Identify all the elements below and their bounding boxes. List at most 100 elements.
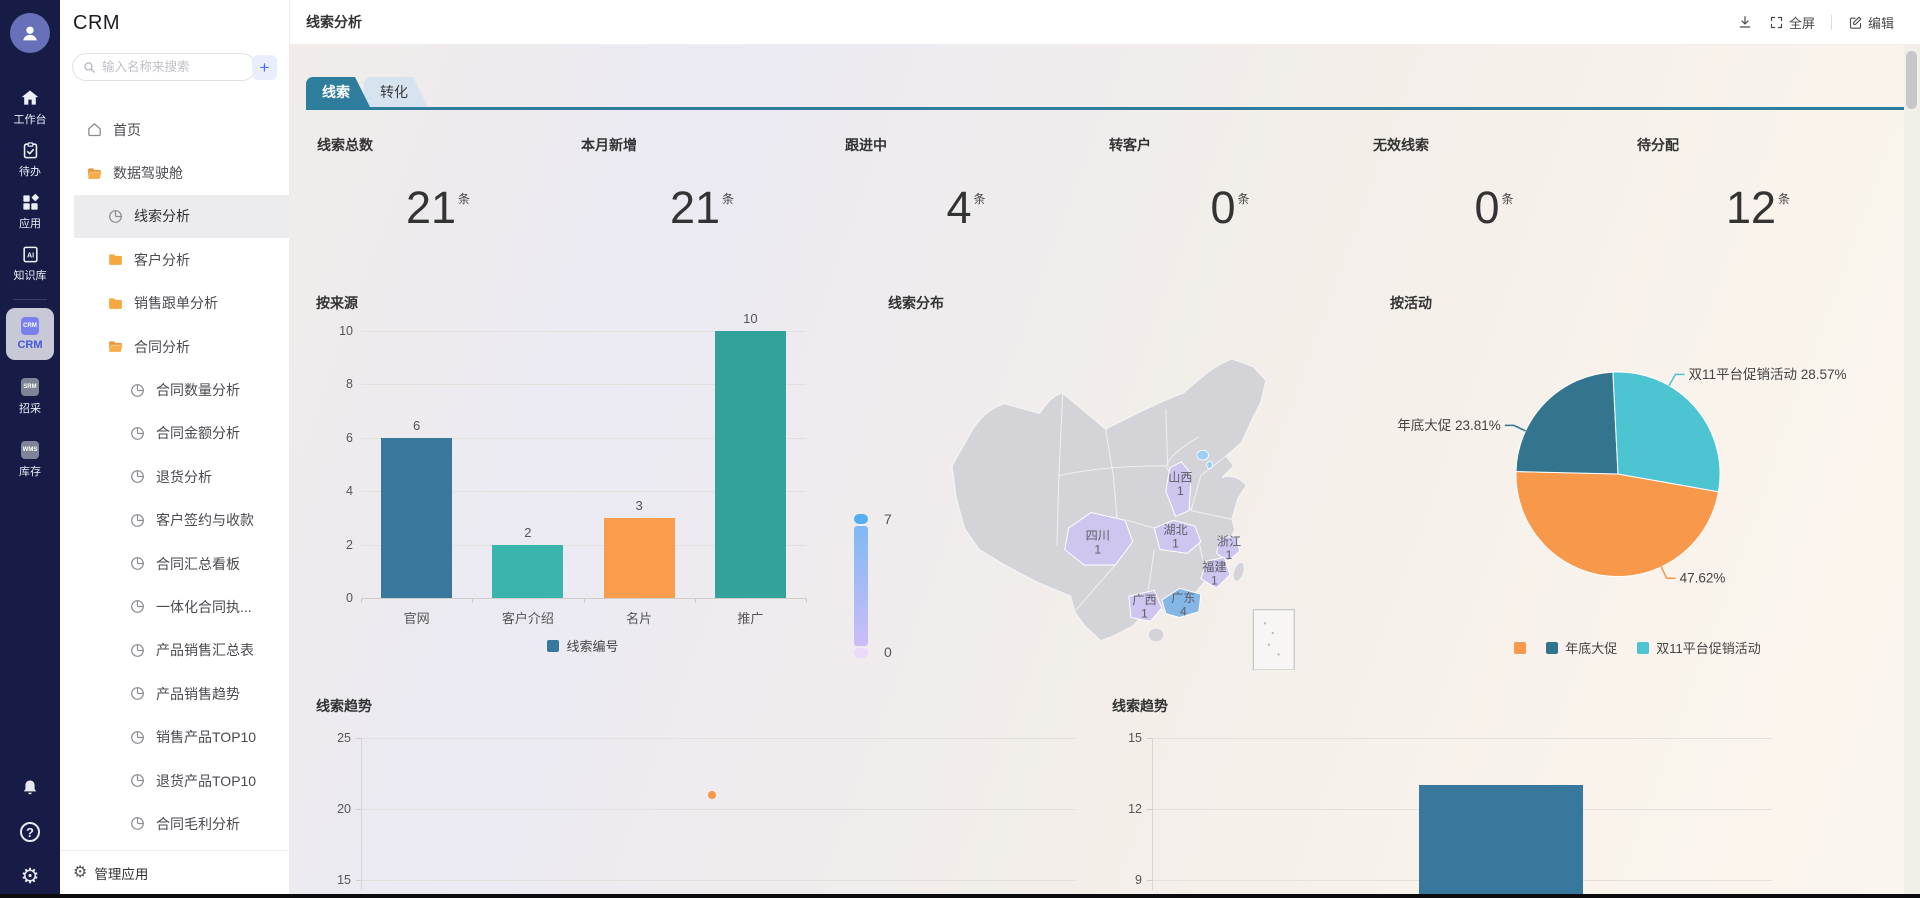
pie-slice-1[interactable]: [1516, 372, 1618, 474]
search-input[interactable]: [102, 60, 242, 74]
fullscreen-button[interactable]: 全屏: [1769, 13, 1815, 32]
sidebar-item-6[interactable]: 合同数量分析: [60, 368, 289, 411]
rail-divider: [13, 299, 47, 300]
kpi-unit: 条: [1502, 190, 1514, 207]
apps-icon: [21, 191, 40, 213]
chart-by-source[interactable]: 按来源 02468106官网2客户介绍3名片10推广线索编号: [306, 280, 860, 685]
sidebar-item-11[interactable]: 一体化合同执...: [60, 585, 289, 628]
kpi-card-4: 无效线索0条: [1362, 133, 1626, 253]
legend-item[interactable]: 年底大促: [1546, 638, 1617, 657]
main-header: 线索分析 全屏 编辑: [290, 0, 1920, 45]
download-button[interactable]: [1737, 14, 1753, 30]
pie-slice-0[interactable]: [1516, 472, 1719, 577]
pie-icon: [129, 642, 146, 659]
rail-product-crm[interactable]: CRMCRM: [6, 308, 54, 360]
crm-badge-icon: CRM: [21, 317, 39, 335]
tab-conversion[interactable]: 转化: [364, 77, 428, 107]
chart-trend-bar[interactable]: 线索趋势 15129: [1112, 690, 1890, 894]
pie-canvas[interactable]: 双11平台促销活动 28.57%年底大促 23.81%47.62%: [1385, 280, 1890, 625]
sidebar-item-label: 退货分析: [156, 467, 212, 487]
rail-item-apps[interactable]: 应用: [0, 191, 60, 233]
sidebar-item-0[interactable]: 首页: [60, 108, 289, 151]
chart-by-activity[interactable]: 按活动 双11平台促销活动 28.57%年底大促 23.81%47.62% 年底…: [1385, 280, 1890, 685]
pie-icon: [129, 598, 146, 615]
legend-item[interactable]: [1514, 642, 1526, 654]
visualmap-gradient[interactable]: [854, 526, 868, 646]
bar-名片[interactable]: [604, 518, 675, 598]
pie-legend: 年底大促 双11平台促销活动: [1385, 638, 1890, 657]
kpi-label: 无效线索: [1373, 135, 1429, 155]
rail-product-srm[interactable]: SRM招采: [6, 371, 54, 423]
sidebar-item-15[interactable]: 退货产品TOP10: [60, 759, 289, 802]
sidebar-item-3[interactable]: 客户分析: [60, 238, 289, 281]
sidebar-item-12[interactable]: 产品销售汇总表: [60, 629, 289, 672]
folder-icon: [107, 295, 124, 312]
pie-slice-label: 年底大促 23.81%: [1397, 418, 1501, 433]
settings-gear-icon[interactable]: ⚙: [18, 864, 42, 888]
sidebar-item-label: 一体化合同执...: [156, 597, 252, 617]
sidebar-item-label: 线索分析: [134, 206, 190, 226]
sidebar-item-label: 销售产品TOP10: [156, 727, 256, 747]
map-region-value: 1: [1177, 484, 1184, 498]
rail-item-home[interactable]: 工作台: [0, 87, 60, 129]
legend-item[interactable]: 线索编号: [547, 636, 618, 655]
bar-客户介绍[interactable]: [492, 545, 563, 598]
kpi-label: 跟进中: [845, 135, 887, 155]
sidebar-item-7[interactable]: 合同金额分析: [60, 412, 289, 455]
sidebar-item-4[interactable]: 销售跟单分析: [60, 282, 289, 325]
sidebar-item-8[interactable]: 退货分析: [60, 455, 289, 498]
sidebar-item-label: 合同分析: [134, 337, 190, 357]
kpi-unit: 条: [1778, 190, 1790, 207]
pie-slice-2[interactable]: [1613, 372, 1720, 492]
kpi-value: 12: [1726, 185, 1776, 230]
sidebar: CRM + 首页数据驾驶舱线索分析客户分析销售跟单分析合同分析合同数量分析合同金…: [60, 0, 290, 894]
x-axis-tickmark: [472, 598, 473, 603]
sidebar-item-1[interactable]: 数据驾驶舱: [60, 151, 289, 194]
scrollbar-track[interactable]: [1904, 45, 1920, 894]
x-axis-tickmark: [584, 598, 585, 603]
sidebar-item-9[interactable]: 客户签约与收款: [60, 499, 289, 542]
map-region-value: 1: [1211, 573, 1218, 587]
edit-button[interactable]: 编辑: [1848, 13, 1894, 32]
sidebar-item-label: 合同汇总看板: [156, 554, 240, 574]
sidebar-item-14[interactable]: 销售产品TOP10: [60, 715, 289, 758]
pie-label-connector: [1661, 566, 1676, 578]
map-region-value: 1: [1094, 542, 1101, 556]
sidebar-item-5[interactable]: 合同分析: [60, 325, 289, 368]
manage-apps-button[interactable]: ⚙ 管理应用: [60, 850, 289, 894]
sidebar-item-13[interactable]: 产品销售趋势: [60, 672, 289, 715]
help-icon[interactable]: ?: [18, 820, 42, 844]
rail-product-wms[interactable]: WMS库存: [6, 434, 54, 486]
sidebar-item-2[interactable]: 线索分析: [74, 195, 289, 238]
kpi-card-0: 线索总数21条: [306, 133, 570, 253]
china-map[interactable]: 山西1四川1湖北1浙江1福建1广西1广东4: [890, 320, 1360, 670]
bar-官网[interactable]: [381, 438, 452, 598]
tab-clue[interactable]: 线索: [306, 77, 370, 107]
y-axis-tick: 15: [1112, 732, 1142, 745]
trend-bar[interactable]: [1419, 785, 1583, 894]
rail-item-ai-book[interactable]: AI知识库: [0, 243, 60, 285]
search-box[interactable]: [72, 53, 256, 81]
y-axis-line: [1152, 738, 1153, 890]
legend-item[interactable]: 双11平台促销活动: [1637, 638, 1761, 657]
add-button[interactable]: +: [252, 55, 277, 80]
pie-icon: [129, 729, 146, 746]
gear-icon: ⚙: [73, 865, 87, 881]
visualmap-max-handle[interactable]: [854, 514, 868, 524]
sidebar-item-10[interactable]: 合同汇总看板: [60, 542, 289, 585]
y-axis-tick: 0: [319, 592, 353, 605]
y-axis-tick: 12: [1112, 803, 1142, 816]
sidebar-item-16[interactable]: 合同毛利分析: [60, 802, 289, 845]
scrollbar-thumb[interactable]: [1906, 51, 1917, 109]
bar-推广[interactable]: [715, 331, 786, 598]
scatter-point[interactable]: [708, 791, 716, 799]
user-avatar[interactable]: [10, 13, 50, 53]
chart-distribution-map[interactable]: 线索分布 山西1四川1湖北1浙江1福建1广西1广东4 7 0: [860, 280, 1390, 685]
pie-icon: [129, 555, 146, 572]
chart-trend-scatter[interactable]: 线索趋势 252015: [306, 690, 1090, 894]
rail-item-todo[interactable]: 待办: [0, 139, 60, 181]
visualmap-min-label: 0: [884, 644, 892, 660]
visualmap-min-handle[interactable]: [854, 648, 868, 658]
header-separator: [1831, 15, 1832, 30]
notifications-bell-icon[interactable]: [18, 776, 42, 800]
